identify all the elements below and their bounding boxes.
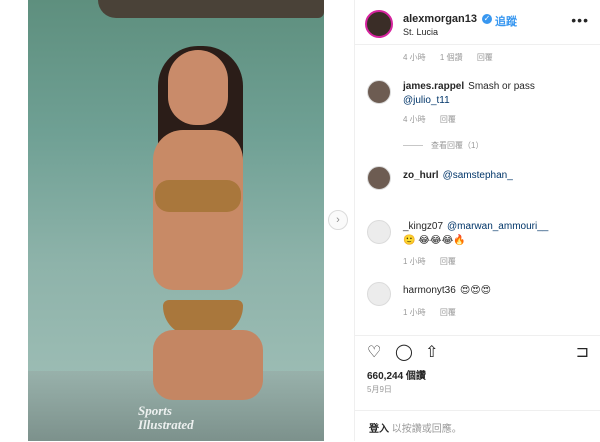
divider — [403, 145, 423, 147]
comment-time: 4 小時 — [403, 115, 426, 124]
post-date[interactable]: 5月9日 — [367, 384, 392, 395]
comment-body: Smash or pass — [468, 81, 535, 92]
comment-time: 4 小時 — [403, 53, 426, 62]
author-avatar[interactable] — [365, 10, 393, 38]
action-bar: ♡ ◯ ⇧ ⊐ — [355, 335, 600, 366]
heart-icon[interactable]: ♡ — [367, 342, 381, 362]
reply-button[interactable]: 回覆 — [477, 53, 493, 62]
commenter-avatar[interactable] — [367, 282, 391, 306]
comment-time: 1 小時 — [403, 308, 426, 317]
login-link[interactable]: 登入 — [369, 424, 389, 435]
commenter-username[interactable]: james.rappel — [403, 81, 464, 92]
watermark-line2: Illustrated — [138, 417, 194, 432]
commenter-username[interactable]: zo_hurl — [403, 170, 439, 181]
model-figure — [133, 46, 283, 400]
reply-button[interactable]: 回覆 — [440, 257, 456, 266]
bookmark-icon[interactable]: ⊐ — [576, 342, 589, 362]
legs — [153, 330, 263, 400]
view-replies-label: 查看回覆（1） — [431, 141, 484, 150]
comment-emojis: 😍😍😍 — [459, 285, 492, 296]
comment-text: _kingz07 @marwan_ammouri__ 🙂 😂😂😂🔥 — [403, 220, 583, 248]
sports-illustrated-watermark: Sports Illustrated — [138, 404, 194, 432]
post-sidebar: alexmorgan13 ✓ 追蹤 St. Lucia ••• 4 小時 1 個… — [354, 0, 600, 441]
mention-link[interactable]: @samstephan_ — [443, 170, 513, 181]
comment-likes[interactable]: 1 個讚 — [440, 53, 463, 62]
view-replies-button[interactable]: 查看回覆（1） — [403, 140, 483, 151]
mention-link[interactable]: @marwan_ammouri__ — [447, 221, 548, 232]
share-icon[interactable]: ⇧ — [425, 342, 438, 362]
swimsuit-top — [155, 180, 241, 212]
comment-meta: 1 小時 回覆 — [403, 256, 468, 267]
login-prompt-text: 以按讚或回應。 — [391, 424, 462, 435]
comment-meta: 4 小時 1 個讚 回覆 — [403, 52, 505, 63]
next-arrow-icon[interactable]: › — [328, 210, 348, 230]
comment-text: zo_hurl @samstephan_ — [403, 169, 583, 183]
verified-badge-icon: ✓ — [482, 14, 492, 24]
commenter-avatar[interactable] — [367, 220, 391, 244]
rock — [98, 0, 324, 18]
comment-text: james.rappel Smash or pass @julio_t11 — [403, 80, 583, 108]
comment-meta: 1 小時 回覆 — [403, 307, 468, 318]
comment-text: harmonyt36 😍😍😍 — [403, 284, 583, 298]
watermark-line1: Sports — [138, 403, 172, 418]
author-username[interactable]: alexmorgan13 — [403, 13, 477, 25]
comment-time: 1 小時 — [403, 257, 426, 266]
mention-link[interactable]: @julio_t11 — [403, 95, 450, 106]
head — [168, 50, 228, 125]
post-header: alexmorgan13 ✓ 追蹤 St. Lucia ••• — [355, 0, 600, 45]
commenter-avatar[interactable] — [367, 80, 391, 104]
more-options-icon[interactable]: ••• — [571, 12, 589, 28]
likes-count[interactable]: 660,244 個讚 — [367, 367, 426, 382]
commenter-username[interactable]: _kingz07 — [403, 221, 443, 232]
comment-emojis: 🙂 😂😂😂🔥 — [403, 235, 466, 246]
follow-button[interactable]: 追蹤 — [495, 13, 517, 29]
commenter-username[interactable]: harmonyt36 — [403, 285, 456, 296]
post-photo: Sports Illustrated — [28, 0, 324, 441]
reply-button[interactable]: 回覆 — [440, 115, 456, 124]
reply-button[interactable]: 回覆 — [440, 308, 456, 317]
login-prompt: 登入 以按讚或回應。 — [355, 410, 600, 442]
comment-icon[interactable]: ◯ — [395, 342, 413, 362]
commenter-avatar[interactable] — [367, 166, 391, 190]
location-link[interactable]: St. Lucia — [403, 27, 438, 37]
comment-meta: 4 小時 回覆 — [403, 114, 468, 125]
